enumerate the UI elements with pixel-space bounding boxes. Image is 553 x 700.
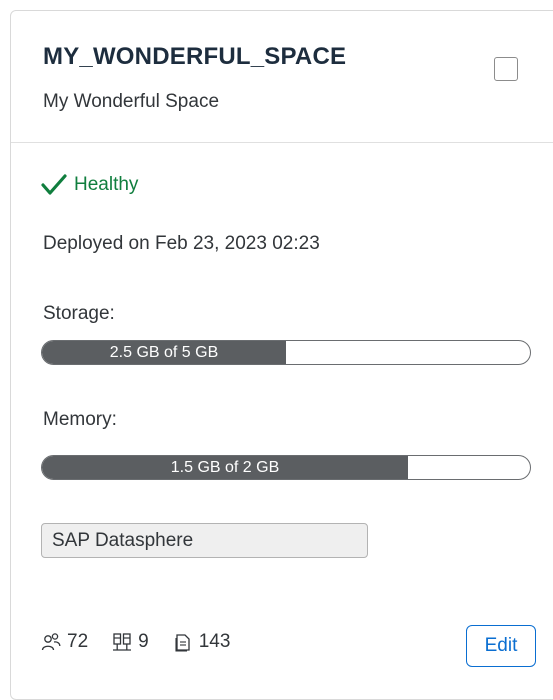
- product-tag: SAP Datasphere: [41, 523, 368, 558]
- connections-stat: 9: [112, 631, 149, 653]
- space-name: My Wonderful Space: [43, 91, 220, 112]
- objects-icon: [175, 634, 190, 652]
- memory-bar: 1.5 GB of 2 GB: [41, 455, 531, 480]
- connections-count: 9: [138, 631, 149, 652]
- check-icon: [41, 174, 67, 195]
- memory-bar-text: 1.5 GB of 2 GB: [170, 458, 280, 476]
- storage-bar: 2.5 GB of 5 GB: [41, 340, 531, 365]
- deployed-date: Deployed on Feb 23, 2023 02:23: [43, 233, 320, 254]
- space-card[interactable]: MY_WONDERFUL_SPACE My Wonderful Space He…: [10, 10, 553, 700]
- edit-button[interactable]: Edit: [466, 625, 536, 667]
- card-header: MY_WONDERFUL_SPACE My Wonderful Space: [11, 11, 553, 143]
- users-icon: [41, 633, 61, 651]
- status-indicator: Healthy: [41, 174, 138, 196]
- storage-bar-text: 2.5 GB of 5 GB: [109, 343, 219, 361]
- space-id: MY_WONDERFUL_SPACE: [43, 43, 347, 70]
- memory-label: Memory:: [43, 409, 117, 430]
- status-label: Healthy: [74, 174, 139, 195]
- storage-label: Storage:: [43, 303, 115, 324]
- connections-icon: [113, 633, 132, 651]
- objects-stat: 143: [173, 631, 231, 653]
- objects-count: 143: [198, 631, 231, 652]
- card-footer: 72 9 143: [41, 631, 254, 653]
- users-count: 72: [67, 631, 89, 652]
- users-stat: 72: [41, 631, 88, 653]
- select-checkbox[interactable]: [494, 57, 518, 81]
